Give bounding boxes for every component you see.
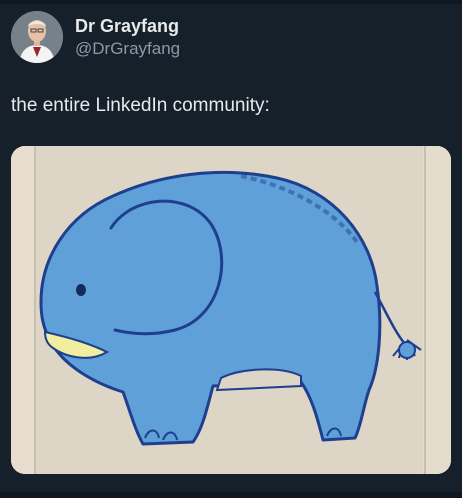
author-display-name[interactable]: Dr Grayfang [75,15,179,37]
author-handle[interactable]: @DrGrayfang [75,38,180,60]
top-divider [0,0,462,4]
doctor-portrait-icon [11,11,63,63]
bottom-divider [0,492,462,498]
tweet-text: the entire LinkedIn community: [11,95,270,116]
tweet-media-image[interactable] [11,146,451,474]
author-avatar[interactable] [11,11,63,63]
elephant-drawing [11,146,451,474]
